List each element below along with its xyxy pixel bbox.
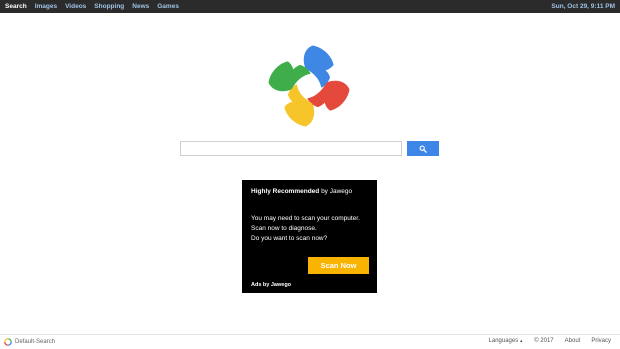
search-input[interactable] [180, 141, 402, 156]
brand-logo-icon [4, 338, 12, 346]
caret-up-icon: ▲ [519, 338, 524, 343]
pinwheel-logo-icon [268, 45, 350, 127]
ads-by-label[interactable]: Ads by Jawego [251, 282, 291, 288]
ad-heading: Highly Recommended by Jawego [251, 187, 368, 196]
ad-line: You may need to scan your computer. [251, 215, 360, 222]
top-nav-bar: Search Images Videos Shopping News Games… [0, 0, 620, 13]
nav-shopping[interactable]: Shopping [94, 0, 124, 13]
about-link[interactable]: About [565, 338, 581, 344]
languages-label: Languages [488, 338, 519, 344]
search-button[interactable] [407, 141, 439, 156]
languages-menu[interactable]: Languages▲ [489, 338, 524, 344]
footer-brand[interactable]: Default-Search [4, 338, 55, 346]
footer-links: Languages▲ © 2017 About Privacy [478, 338, 611, 344]
nav-games[interactable]: Games [157, 0, 179, 13]
footer-divider [0, 334, 620, 335]
ad-message: You may need to scan your computer. Scan… [251, 214, 360, 244]
ad-heading-rest: by Jawego [319, 188, 353, 195]
ad-box: Highly Recommended by Jawego You may nee… [242, 180, 377, 293]
ad-heading-bold: Highly Recommended [251, 188, 320, 195]
nav-news[interactable]: News [132, 0, 149, 13]
copyright-text: © 2017 [534, 338, 554, 344]
site-logo [265, 42, 353, 130]
footer-brand-name: Default-Search [15, 339, 56, 345]
datetime-display: Sun, Oct 29, 9:11 PM [551, 3, 615, 10]
nav-images[interactable]: Images [35, 0, 57, 13]
ad-line: Do you want to scan now? [251, 235, 328, 242]
nav-videos[interactable]: Videos [65, 0, 86, 13]
ad-line: Scan now to diagnose. [251, 225, 317, 232]
scan-now-button[interactable]: Scan Now [308, 257, 369, 274]
privacy-link[interactable]: Privacy [591, 338, 611, 344]
search-icon [419, 145, 427, 153]
nav-search[interactable]: Search [5, 0, 27, 13]
